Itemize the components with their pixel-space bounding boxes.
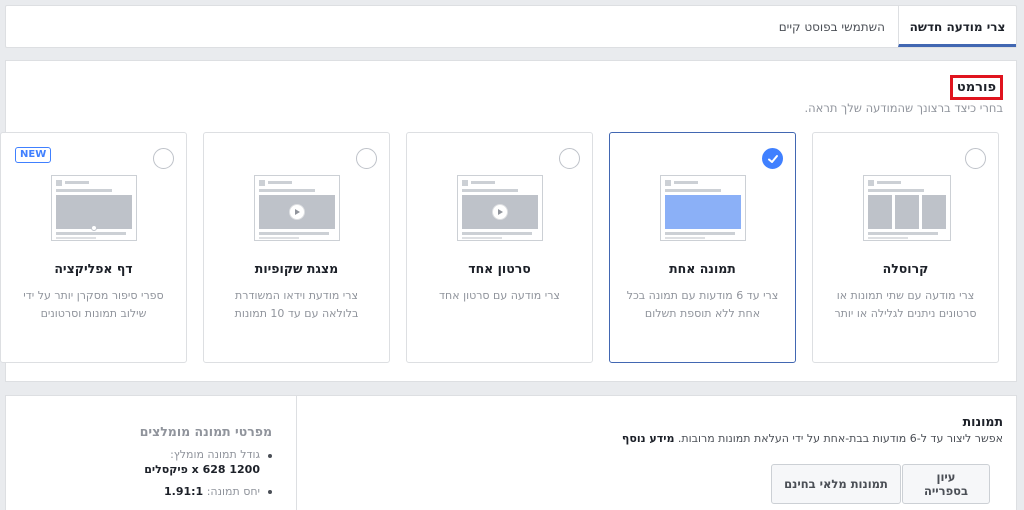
spec-image-ratio: יחס תמונה: 1.91:1	[144, 484, 272, 500]
specs-title: מפרטי תמונה מומלצים	[139, 424, 272, 439]
checkmark-icon	[767, 154, 778, 163]
ad-creation-tabs: צרי מודעה חדשה השתמשי בפוסט קיים	[5, 5, 1017, 48]
learn-more-link[interactable]: מידע נוסף	[622, 432, 674, 445]
spec-image-size: גודל תמונה מומלץ: 1200 x 628 פיקסלים	[144, 448, 272, 478]
card-title: דף אפליקציה	[54, 261, 133, 276]
format-card-single-video[interactable]: סרטון אחד צרי מודעה עם סרטון אחד	[406, 132, 593, 363]
format-card-app-page[interactable]: NEW דף אפליקציה ספרי סיפור מסקרן יותר על…	[0, 132, 187, 363]
tab-create-new-ad[interactable]: צרי מודעה חדשה	[898, 6, 1016, 47]
slideshow-radio[interactable]	[356, 148, 377, 169]
card-description: צרי עד 6 מודעות עם תמונה בכל אחת ללא תוס…	[626, 289, 779, 320]
format-options: קרוסלה צרי מודעה עם שתי תמונות או סרטוני…	[0, 132, 999, 363]
card-title: תמונה אחת	[669, 261, 736, 276]
format-panel: פורמט בחרי כיצד ברצונך שהמודעה שלך תראה.…	[0, 60, 1017, 382]
spec-label: יחס תמונה:	[206, 485, 260, 498]
card-description: צרי מודעה עם שתי תמונות או סרטונים ניתני…	[834, 289, 977, 320]
play-icon	[491, 204, 508, 220]
play-icon	[288, 204, 305, 220]
images-description: אפשר ליצור עד ל-6 מודעות בבת-אחת על ידי …	[622, 432, 1003, 445]
images-title: תמונות	[962, 414, 1003, 429]
single-image-radio[interactable]	[762, 148, 783, 169]
video-preview-icon	[456, 175, 543, 241]
images-panel: תמונות אפשר ליצור עד ל-6 מודעות בבת-אחת …	[296, 395, 1017, 510]
specs-list: גודל תמונה מומלץ: 1200 x 628 פיקסלים יחס…	[144, 448, 272, 500]
spec-value: 1.91:1	[164, 485, 204, 498]
single-image-preview-icon	[659, 175, 746, 241]
format-title: פורמט	[949, 75, 1003, 100]
card-description: צרי מודעה עם סרטון אחד	[439, 289, 560, 302]
format-card-single-image[interactable]: תמונה אחת צרי עד 6 מודעות עם תמונה בכל א…	[609, 132, 796, 363]
spec-value: 1200 x 628 פיקסלים	[144, 463, 260, 476]
slideshow-preview-icon	[253, 175, 340, 241]
carousel-preview-icon	[862, 175, 951, 241]
card-title: סרטון אחד	[468, 261, 531, 276]
app-page-preview-icon	[50, 175, 137, 241]
image-specs-panel: מפרטי תמונה מומלצים גודל תמונה מומלץ: 12…	[5, 395, 296, 510]
format-card-carousel[interactable]: קרוסלה צרי מודעה עם שתי תמונות או סרטוני…	[812, 132, 999, 363]
spec-label: גודל תמונה מומלץ:	[170, 448, 260, 461]
card-description: צרי מודעת וידאו המשודרת בלולאה עם עד 10 …	[234, 289, 359, 320]
card-title: קרוסלה	[882, 261, 929, 276]
format-description: בחרי כיצד ברצונך שהמודעה שלך תראה.	[804, 101, 1004, 115]
card-description: ספרי סיפור מסקרן יותר על ידי שילוב תמונו…	[23, 289, 164, 320]
card-title: מצגת שקופיות	[254, 261, 339, 276]
new-badge: NEW	[15, 147, 52, 163]
single-video-radio[interactable]	[559, 148, 580, 169]
app-page-radio[interactable]	[153, 148, 174, 169]
images-description-text: אפשר ליצור עד ל-6 מודעות בבת-אחת על ידי …	[677, 432, 1003, 445]
format-card-slideshow[interactable]: מצגת שקופיות צרי מודעת וידאו המשודרת בלו…	[203, 132, 390, 363]
free-stock-images-button[interactable]: תמונות מלאי בחינם	[771, 464, 901, 504]
browse-library-button[interactable]: עיון בספרייה	[902, 464, 990, 504]
carousel-radio[interactable]	[965, 148, 986, 169]
tab-use-existing-post[interactable]: השתמשי בפוסט קיים	[766, 6, 898, 47]
